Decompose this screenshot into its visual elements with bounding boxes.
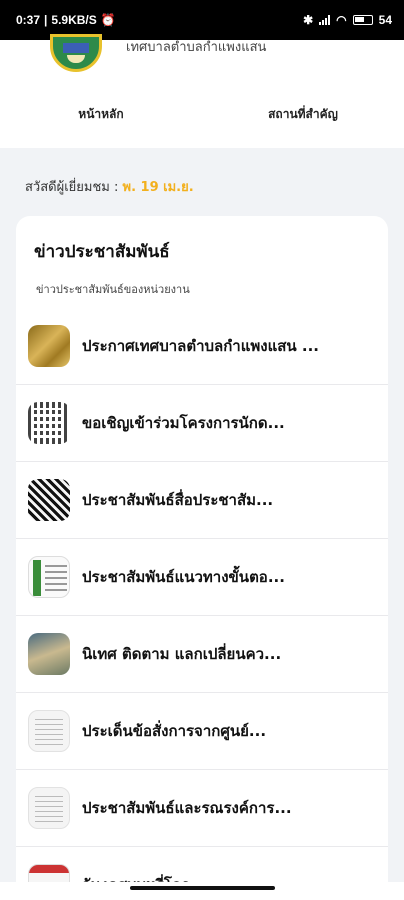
battery-level: 54 <box>378 13 392 27</box>
greeting-text: สวัสดีผู้เยี่ยมชม : <box>25 180 123 195</box>
news-thumbnail <box>28 633 70 675</box>
news-title: นิเทศ ติดตาม แลกเปลี่ยนคว... <box>82 645 282 663</box>
nav-places[interactable]: สถานที่สำคัญ <box>202 100 404 128</box>
news-card-title: ข่าวประชาสัมพันธ์ <box>34 242 170 262</box>
bluetooth-icon: ✱ <box>303 13 314 27</box>
greeting: สวัสดีผู้เยี่ยมชม : พ. 19 เม.ย. <box>25 176 194 197</box>
news-title: ประชาสัมพันธ์แนวทางขั้นตอ... <box>82 568 285 586</box>
news-thumbnail <box>28 402 70 444</box>
municipality-logo <box>50 34 102 72</box>
news-thumbnail <box>28 556 70 598</box>
bottom-edge <box>0 882 404 900</box>
news-title: ประชาสัมพันธ์สื่อประชาสัม... <box>82 491 274 509</box>
news-card: ข่าวประชาสัมพันธ์ ข่าวประชาสัมพันธ์ของหน… <box>16 216 388 900</box>
news-thumbnail <box>28 710 70 752</box>
network-speed: 5.9KB/S <box>51 13 97 27</box>
app-header: เทศบาลตำบลกำแพงแสน หน้าหลัก สถานที่สำคัญ <box>0 34 404 148</box>
org-name: เทศบาลตำบลกำแพงแสน <box>126 40 267 55</box>
battery-icon <box>352 15 373 25</box>
news-item[interactable]: ขอเชิญเข้าร่วมโครงการนักด... <box>16 385 388 462</box>
news-title: ประชาสัมพันธ์และรณรงค์การ... <box>82 799 292 817</box>
news-title: ขอเชิญเข้าร่วมโครงการนักด... <box>82 414 285 432</box>
top-nav: หน้าหลัก สถานที่สำคัญ <box>0 100 404 128</box>
greeting-date: พ. 19 เม.ย. <box>122 180 194 195</box>
news-thumbnail <box>28 787 70 829</box>
news-item[interactable]: ประเด็นข้อสั่งการจากศูนย์... <box>16 693 388 770</box>
news-card-subtitle: ข่าวประชาสัมพันธ์ของหน่วยงาน <box>36 283 190 296</box>
home-indicator[interactable] <box>130 886 275 890</box>
news-item[interactable]: ประชาสัมพันธ์และรณรงค์การ... <box>16 770 388 847</box>
alarm-icon: ⏰ <box>100 13 116 27</box>
separator: | <box>44 13 48 27</box>
news-thumbnail <box>28 325 70 367</box>
news-item[interactable]: ประกาศเทศบาลตำบลกำแพงแสน ... <box>16 308 388 385</box>
news-title: ประเด็นข้อสั่งการจากศูนย์... <box>82 722 267 740</box>
clock: 0:37 <box>16 13 41 27</box>
news-title: ประกาศเทศบาลตำบลกำแพงแสน ... <box>82 337 319 355</box>
wifi-icon: ◠ <box>336 13 347 27</box>
nav-home[interactable]: หน้าหลัก <box>0 100 202 128</box>
news-list: ประกาศเทศบาลตำบลกำแพงแสน ... ขอเชิญเข้าร… <box>16 308 388 900</box>
signal-icon <box>319 15 331 25</box>
news-item[interactable]: นิเทศ ติดตาม แลกเปลี่ยนคว... <box>16 616 388 693</box>
news-item[interactable]: ประชาสัมพันธ์แนวทางขั้นตอ... <box>16 539 388 616</box>
news-thumbnail <box>28 479 70 521</box>
news-item[interactable]: ประชาสัมพันธ์สื่อประชาสัม... <box>16 462 388 539</box>
